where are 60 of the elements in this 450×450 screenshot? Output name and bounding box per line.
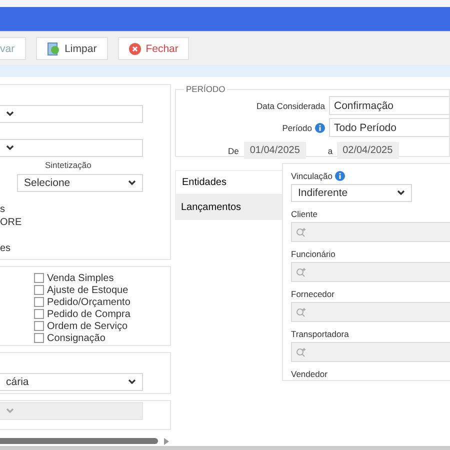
- search-icon: [296, 347, 306, 357]
- option-label: s: [0, 203, 6, 216]
- select-field[interactable]: [0, 139, 143, 157]
- clear-button[interactable]: Limpar: [36, 37, 108, 60]
- search-field[interactable]: [291, 262, 450, 282]
- chevron-icon: [6, 111, 14, 117]
- field-label: Fornecedor: [291, 289, 334, 299]
- close-button[interactable]: Fechar: [118, 37, 190, 60]
- field-label: a: [328, 146, 333, 156]
- checkbox[interactable]: [34, 297, 44, 308]
- tab[interactable]: Entidades: [175, 170, 282, 195]
- select-field[interactable]: Confirmação: [329, 96, 449, 115]
- search-field[interactable]: [291, 302, 450, 322]
- checkbox[interactable]: [34, 273, 44, 284]
- tab[interactable]: Lançamentos: [175, 195, 282, 220]
- info-icon: [335, 171, 346, 181]
- field-label: Cliente: [291, 209, 318, 219]
- close-icon: [128, 42, 141, 54]
- chevron-icon: [128, 378, 136, 385]
- option-label: es: [0, 242, 12, 255]
- section-title: PERÍODO: [185, 84, 226, 94]
- select-field[interactable]: [0, 105, 143, 123]
- search-field[interactable]: [291, 222, 450, 242]
- select-field[interactable]: Todo Período: [329, 118, 449, 137]
- chevron-icon: [6, 408, 14, 414]
- select-field[interactable]: Indiferente: [291, 184, 412, 202]
- field-label: Sintetização: [45, 160, 92, 171]
- document-icon: [46, 42, 60, 56]
- chevron-icon: [397, 190, 405, 196]
- field-label: Data Considerada: [255, 100, 326, 112]
- checkbox-option[interactable]: Venda Simples: [34, 272, 170, 284]
- arrow-right-icon[interactable]: [164, 438, 169, 445]
- field-label: De: [228, 146, 239, 156]
- field-label: Transportadora: [291, 329, 349, 339]
- search-icon: [296, 267, 306, 277]
- checkbox[interactable]: [34, 309, 44, 320]
- date-field[interactable]: 01/04/2025: [244, 142, 306, 159]
- select-field[interactable]: cária: [0, 372, 143, 391]
- checkbox-option[interactable]: Pedido/Orçamento: [34, 296, 170, 308]
- checkbox[interactable]: [34, 285, 44, 296]
- field-label: Funcionário: [291, 249, 336, 259]
- field-label: Período: [282, 122, 312, 132]
- info-icon: [315, 122, 325, 132]
- option-label: ORE: [0, 216, 23, 229]
- chevron-icon: [6, 145, 14, 151]
- chevron-icon: [128, 180, 136, 186]
- checkbox[interactable]: [34, 321, 44, 332]
- field-label: Vinculação: [291, 171, 332, 181]
- select-field[interactable]: Selecione: [17, 174, 143, 192]
- checkbox-option[interactable]: Ajuste de Estoque: [34, 284, 170, 296]
- checkbox[interactable]: [34, 333, 44, 344]
- checkbox-option[interactable]: Consignação: [34, 332, 170, 344]
- scrollbar-thumb[interactable]: [0, 438, 158, 444]
- search-field[interactable]: [291, 342, 450, 362]
- field-label: Vendedor: [291, 369, 328, 379]
- search-icon: [296, 307, 306, 317]
- date-field[interactable]: 02/04/2025: [336, 142, 399, 159]
- checkbox-option[interactable]: Pedido de Compra: [34, 308, 170, 320]
- search-icon: [296, 227, 306, 237]
- checkbox-option[interactable]: Ordem de Serviço: [34, 320, 170, 332]
